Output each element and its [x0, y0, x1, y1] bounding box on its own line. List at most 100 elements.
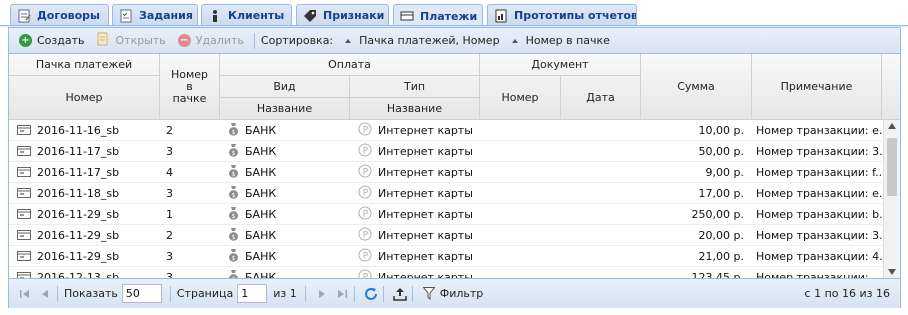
col-batch-number[interactable]: Номер	[9, 76, 160, 120]
cell-text: БАНК	[245, 208, 277, 221]
col-number-in-batch[interactable]: Номер в пачке	[160, 54, 220, 120]
cell-kind: $ БАНК	[220, 162, 350, 183]
payment-system-icon: P	[358, 122, 372, 139]
page-size-input[interactable]	[121, 284, 162, 303]
col-doc-number[interactable]: Номер	[480, 76, 561, 120]
tab-label: Платежи	[420, 9, 478, 23]
cell-text: 9,00 р.	[705, 166, 744, 179]
col-group-type: Тип	[350, 76, 480, 98]
vertical-scrollbar[interactable]	[883, 120, 900, 278]
col-type-name[interactable]: Название	[350, 98, 480, 120]
payment-system-icon: P	[358, 269, 372, 278]
cell-doc-num	[480, 162, 561, 183]
filter-button[interactable]: Фильтр	[419, 284, 488, 304]
svg-text:P: P	[363, 252, 369, 262]
cell-text: Номер транзакции: e...	[756, 124, 882, 137]
tab-report-prototypes[interactable]: Прототипы отчетов	[487, 4, 637, 26]
page-label: Страница	[176, 287, 234, 300]
cell-doc-num	[480, 204, 561, 225]
cell-text: 123,45 р.	[691, 271, 744, 278]
tab-contracts[interactable]: Договоры	[10, 4, 109, 26]
cell-text: 3	[166, 187, 173, 200]
cell-note: Номер транзакции: b...	[752, 204, 882, 225]
svg-text:P: P	[363, 231, 369, 241]
table-row[interactable]: 2016-11-29_sb 1 $ БАНК P Интернет карты 250,00…	[9, 204, 882, 225]
cell-text: Номер транзакции: e...	[756, 187, 882, 200]
sort-field-number-in-batch[interactable]: Номер в пачке	[526, 34, 610, 47]
table-row[interactable]: 2016-11-17_sb 4 $ БАНК P Интернет карты 9,00 р…	[9, 162, 882, 183]
refresh-button[interactable]	[361, 284, 381, 304]
cell-doc-date	[561, 204, 641, 225]
col-note[interactable]: Примечание	[752, 54, 882, 120]
page-number-input[interactable]	[237, 284, 268, 303]
payment-system-icon: P	[358, 164, 372, 181]
col-group-kind: Вид	[220, 76, 350, 98]
cell-note: Номер транзакции: 3...	[752, 225, 882, 246]
svg-text:P: P	[363, 147, 369, 157]
table-row[interactable]: 2016-12-13_sb 3 $ БАНК P Интернет карты 123,45…	[9, 267, 882, 278]
tab-payments[interactable]: Платежи	[393, 4, 483, 27]
pager-separator	[304, 285, 306, 302]
header-filler	[882, 54, 900, 120]
col-group-document: Документ	[480, 54, 641, 76]
sort-field-batch-number[interactable]: Пачка платежей, Номер	[359, 34, 499, 47]
payment-batch-icon	[17, 144, 31, 159]
tab-tasks[interactable]: Задания	[112, 4, 198, 26]
col-kind-name[interactable]: Название	[220, 98, 350, 120]
payment-batch-icon	[17, 207, 31, 222]
cell-text: 2016-11-18_sb	[37, 187, 120, 200]
tab-label: Прототипы отчетов	[514, 9, 637, 22]
person-icon	[208, 9, 222, 23]
pager-separator	[382, 285, 384, 302]
svg-text:$: $	[232, 213, 236, 220]
table-row[interactable]: 2016-11-18_sb 3 $ БАНК P Интернет карты 17,00 …	[9, 183, 882, 204]
col-doc-date[interactable]: Дата	[561, 76, 641, 120]
cell-text: 20,00 р.	[698, 229, 744, 242]
cell-text: БАНК	[245, 166, 277, 179]
create-button[interactable]: + Создать	[15, 31, 89, 51]
last-page-button[interactable]	[332, 284, 352, 304]
tab-attributes[interactable]: Признаки	[296, 4, 389, 26]
prev-page-button[interactable]	[35, 284, 55, 304]
cell-text: Номер транзакции: 3...	[756, 145, 882, 158]
cell-doc-date	[561, 162, 641, 183]
first-page-button[interactable]	[15, 284, 35, 304]
scroll-up-icon[interactable]	[888, 123, 896, 129]
export-button[interactable]	[390, 284, 410, 304]
next-page-button[interactable]	[312, 284, 332, 304]
cell-sum: 21,00 р.	[641, 246, 752, 267]
table-row[interactable]: 2016-11-16_sb 2 $ БАНК P Интернет карты 10,00 …	[9, 120, 882, 141]
col-sum[interactable]: Сумма	[641, 54, 752, 120]
cell-kind: $ БАНК	[220, 267, 350, 278]
cell-doc-num	[480, 120, 561, 141]
cell-sum: 123,45 р.	[641, 267, 752, 278]
payment-batch-icon	[17, 270, 31, 278]
cell-text: 2016-11-16_sb	[37, 124, 120, 137]
table-row[interactable]: 2016-11-29_sb 3 $ БАНК P Интернет карты 21,00 …	[9, 246, 882, 267]
cell-sum: 17,00 р.	[641, 183, 752, 204]
money-bag-icon: $	[228, 248, 239, 265]
delete-button[interactable]: − Удалить	[174, 31, 248, 51]
open-button[interactable]: Открыть	[93, 31, 170, 51]
cell-sum: 20,00 р.	[641, 225, 752, 246]
cell-batch: 2016-12-13_sb	[9, 267, 160, 278]
cell-doc-date	[561, 225, 641, 246]
money-bag-icon: $	[228, 122, 239, 139]
cell-type: P Интернет карты	[350, 162, 480, 183]
tab-clients[interactable]: Клиенты	[201, 4, 292, 26]
sort-asc-icon	[345, 38, 352, 43]
cell-text: Интернет карты	[378, 145, 473, 158]
tab-label: Признаки	[323, 9, 385, 22]
cell-num: 1	[160, 204, 220, 225]
tab-label: Задания	[139, 9, 193, 22]
cell-doc-num	[480, 246, 561, 267]
scrollbar-thumb[interactable]	[887, 138, 897, 196]
table-row[interactable]: 2016-11-29_sb 2 $ БАНК P Интернет карты 20,00 …	[9, 225, 882, 246]
export-icon	[393, 287, 407, 301]
sort-label: Сортировка:	[260, 34, 334, 47]
cell-type: P Интернет карты	[350, 246, 480, 267]
table-row[interactable]: 2016-11-17_sb 3 $ БАНК P Интернет карты 50,00 …	[9, 141, 882, 162]
money-bag-icon: $	[228, 269, 239, 278]
scroll-down-icon[interactable]	[888, 269, 896, 275]
cell-text: БАНК	[245, 271, 277, 278]
